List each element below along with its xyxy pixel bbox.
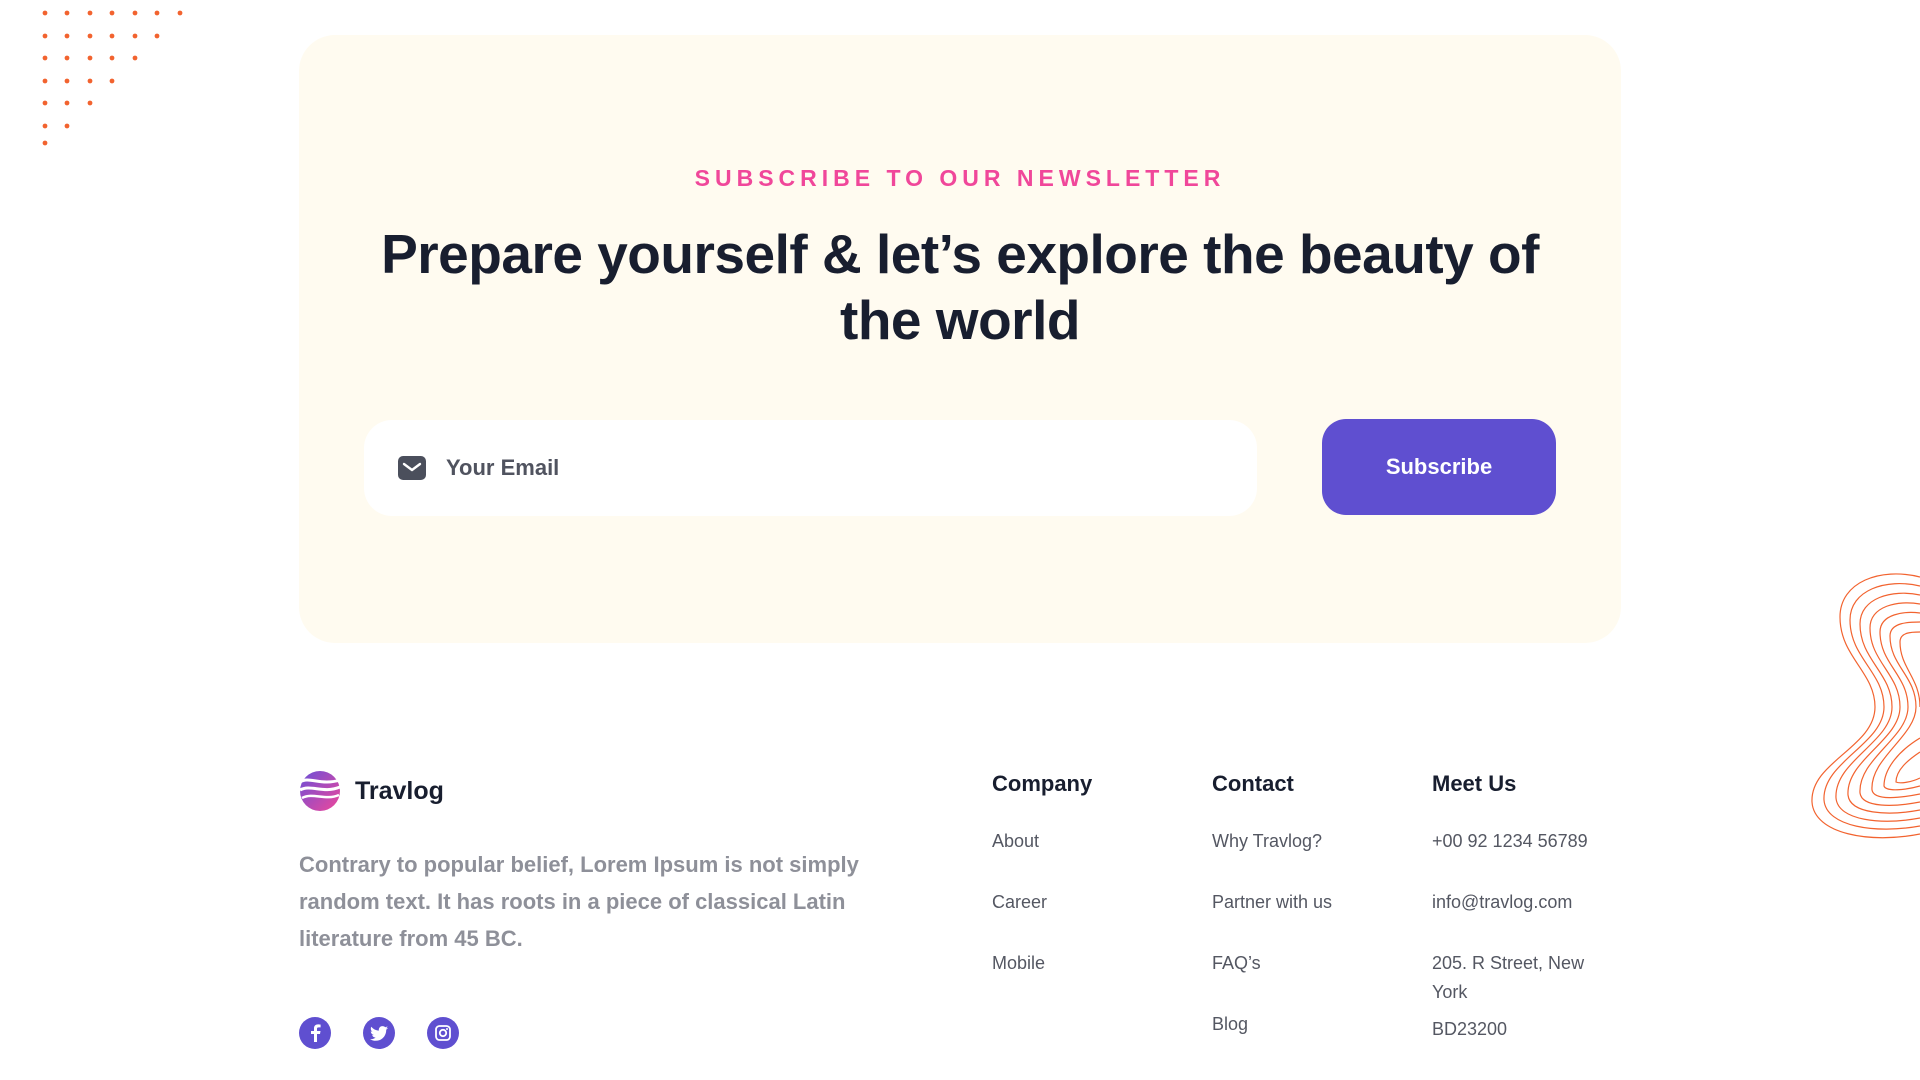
email-field[interactable] [446,455,1206,481]
column-title-contact: Contact [1212,771,1294,796]
newsletter-card: SUBSCRIBE TO OUR NEWSLETTER Prepare your… [299,35,1621,643]
subscribe-button[interactable]: Subscribe [1322,419,1556,515]
travlog-logo-icon [299,771,341,811]
social-links [299,1017,459,1049]
instagram-icon[interactable] [427,1017,459,1049]
facebook-icon[interactable] [299,1017,331,1049]
page: SUBSCRIBE TO OUR NEWSLETTER Prepare your… [0,0,1920,1080]
footer-link-why-travlog[interactable]: Why Travlog? [1212,831,1322,851]
footer-link-faqs[interactable]: FAQ’s [1212,953,1261,973]
email-field-container[interactable] [364,420,1257,516]
footer-link-partner[interactable]: Partner with us [1212,892,1332,912]
newsletter-eyebrow: SUBSCRIBE TO OUR NEWSLETTER [694,165,1226,191]
contact-email[interactable]: info@travlog.com [1432,892,1572,912]
contact-phone[interactable]: +00 92 1234 56789 [1432,831,1588,851]
contact-postal-code: BD23200 [1432,1019,1508,1039]
dot-pattern-decoration [42,10,183,146]
mail-icon [398,456,426,480]
brand-description: Contrary to popular belief, Lorem Ipsum … [299,852,859,951]
footer-column-meet-us: Meet Us +00 92 1234 56789 info@travlog.c… [1432,771,1622,1076]
brand-name: Travlog [355,776,444,805]
footer-link-mobile[interactable]: Mobile [992,953,1045,973]
footer-brand[interactable]: Travlog [299,770,444,812]
footer-column-company: Company About Career Mobile [992,771,1092,1010]
twitter-icon[interactable] [363,1017,395,1049]
footer-link-career[interactable]: Career [992,892,1047,912]
newsletter-title: Prepare yourself & let’s explore the bea… [381,223,1539,351]
footer-column-contact: Contact Why Travlog? Partner with us FAQ… [1212,771,1332,1071]
footer-link-about[interactable]: About [992,831,1039,851]
column-title-meet-us: Meet Us [1432,771,1517,796]
contact-address: 205. R Street, New York [1432,953,1585,1002]
column-title-company: Company [992,771,1093,796]
footer-link-blog[interactable]: Blog [1212,1014,1248,1034]
contour-lines-decoration [1811,573,1920,839]
